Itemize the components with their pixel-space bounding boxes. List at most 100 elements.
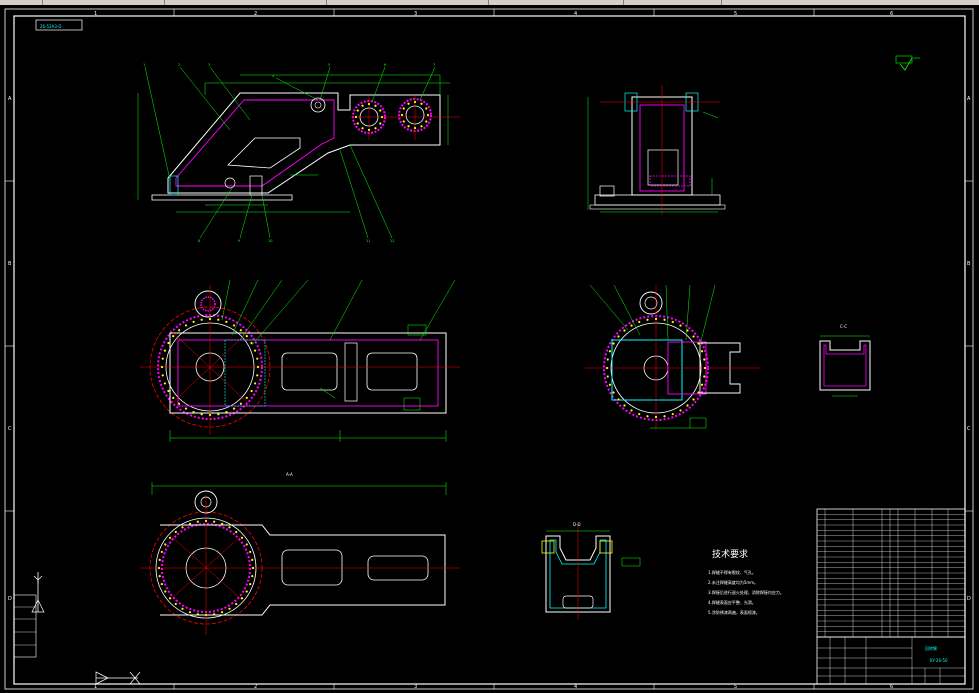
- bolt-hole: [679, 324, 682, 327]
- bolt-hole: [192, 320, 195, 323]
- bolt-hole: [235, 602, 238, 606]
- bolt-hole: [254, 382, 257, 385]
- bolt-hole: [249, 582, 252, 586]
- bolt-hole: [188, 522, 192, 525]
- bolt-hole: [623, 404, 626, 407]
- bolt-hole: [167, 389, 170, 393]
- bolt-hole: [256, 357, 259, 360]
- bolt-hole: [663, 318, 666, 321]
- bolt-hole: [425, 120, 428, 123]
- bolt-hole: [256, 374, 259, 377]
- bolt-hole: [612, 391, 615, 394]
- bolt-hole: [160, 550, 163, 554]
- bolt-hole: [646, 415, 649, 418]
- bolt-hole: [249, 550, 252, 554]
- bolt-hole: [654, 415, 658, 419]
- bolt-hole: [240, 597, 244, 600]
- bolt-hole: [161, 374, 164, 377]
- tech-req-item-2: 2.未注焊缝高度均为5mm。: [708, 579, 758, 585]
- zone-label-top-2: 2: [254, 11, 257, 17]
- bolt-hole: [692, 335, 695, 338]
- zone-label-top-4: 4: [574, 11, 577, 17]
- bolt-hole: [164, 543, 167, 546]
- bolt-hole: [184, 324, 188, 327]
- bolt-hole: [196, 613, 199, 616]
- bolt-hole: [256, 365, 260, 369]
- bolt-hole: [200, 413, 203, 416]
- bolt-hole: [420, 125, 423, 128]
- bolt-hole: [245, 335, 248, 338]
- bolt-hole: [239, 329, 242, 332]
- zone-label-right-c: C: [967, 426, 971, 432]
- svg-text:6: 6: [384, 63, 386, 67]
- bolt-hole: [250, 341, 253, 345]
- bolt-hole: [192, 411, 195, 414]
- tech-req-item-3: 3.焊接后进行退火处理，消除焊接内应力。: [708, 589, 784, 595]
- bolt-hole: [420, 102, 423, 105]
- bolt-hole: [251, 575, 254, 578]
- tech-req-item-4: 4.焊缝表面应平整、光滑。: [708, 599, 756, 605]
- bolt-hole: [630, 409, 633, 412]
- svg-text:10: 10: [268, 239, 272, 243]
- bolt-hole: [697, 342, 700, 345]
- bolt-hole: [700, 383, 704, 386]
- zone-label-bottom-4: 4: [574, 684, 577, 690]
- svg-text:3: 3: [208, 63, 210, 67]
- bolt-hole: [181, 526, 184, 529]
- section-c-label: C-C: [840, 324, 847, 329]
- zone-label-left-a: A: [8, 96, 12, 102]
- bolt-hole: [630, 324, 633, 327]
- bolt-hole: [617, 335, 620, 338]
- bolt-hole: [163, 349, 166, 352]
- bolt-hole: [703, 358, 706, 361]
- bolt-hole: [174, 530, 177, 534]
- bolt-hole: [413, 126, 417, 130]
- bolt-hole: [605, 366, 609, 370]
- bolt-hole: [178, 329, 181, 332]
- bolt-hole: [181, 607, 184, 610]
- bolt-hole: [379, 109, 382, 112]
- bolt-hole: [671, 412, 674, 416]
- zone-label-bottom-2: 2: [254, 684, 257, 690]
- zone-label-right-d: D: [967, 596, 971, 602]
- bolt-hole: [354, 115, 358, 119]
- bolt-hole: [679, 409, 682, 412]
- bolt-hole: [228, 607, 231, 610]
- bolt-hole: [686, 404, 689, 407]
- bolt-hole: [172, 396, 175, 399]
- bolt-hole: [608, 350, 612, 353]
- bolt-hole: [204, 519, 208, 523]
- bolt-hole: [638, 320, 641, 324]
- bolt-hole: [232, 407, 236, 410]
- bolt-hole: [161, 357, 164, 360]
- svg-text:12: 12: [390, 239, 394, 243]
- bolt-hole: [251, 558, 254, 561]
- bolt-hole: [208, 317, 212, 321]
- bolt-hole: [235, 530, 238, 534]
- bolt-hole: [164, 590, 167, 593]
- bolt-hole: [245, 590, 248, 593]
- bolt-hole: [413, 100, 417, 104]
- bolt-hole: [374, 104, 377, 107]
- bolt-hole: [160, 582, 163, 586]
- zone-label-bottom-1: 1: [94, 684, 97, 690]
- cad-drawing-canvas[interactable]: 1 2 3 4 5 6 1 2 3 4 5 6 A B C D A B C D …: [0, 5, 979, 693]
- bolt-hole: [692, 398, 695, 401]
- bolt-hole: [254, 349, 257, 352]
- bolt-hole: [213, 613, 216, 616]
- zone-label-left-c: C: [8, 426, 12, 432]
- bolt-hole: [245, 396, 248, 399]
- bolt-hole: [220, 522, 224, 525]
- bolt-hole: [367, 128, 371, 132]
- zone-label-bottom-3: 3: [414, 684, 417, 690]
- zone-label-left-b: B: [8, 261, 12, 267]
- bolt-hole: [606, 375, 609, 378]
- bolt-hole: [356, 109, 359, 112]
- bolt-hole: [228, 526, 231, 529]
- bolt-hole: [196, 520, 199, 523]
- bolt-hole: [663, 415, 666, 418]
- svg-text:7: 7: [433, 63, 435, 67]
- bolt-hole: [168, 597, 172, 600]
- bolt-hole: [239, 402, 242, 405]
- bolt-hole: [407, 125, 410, 128]
